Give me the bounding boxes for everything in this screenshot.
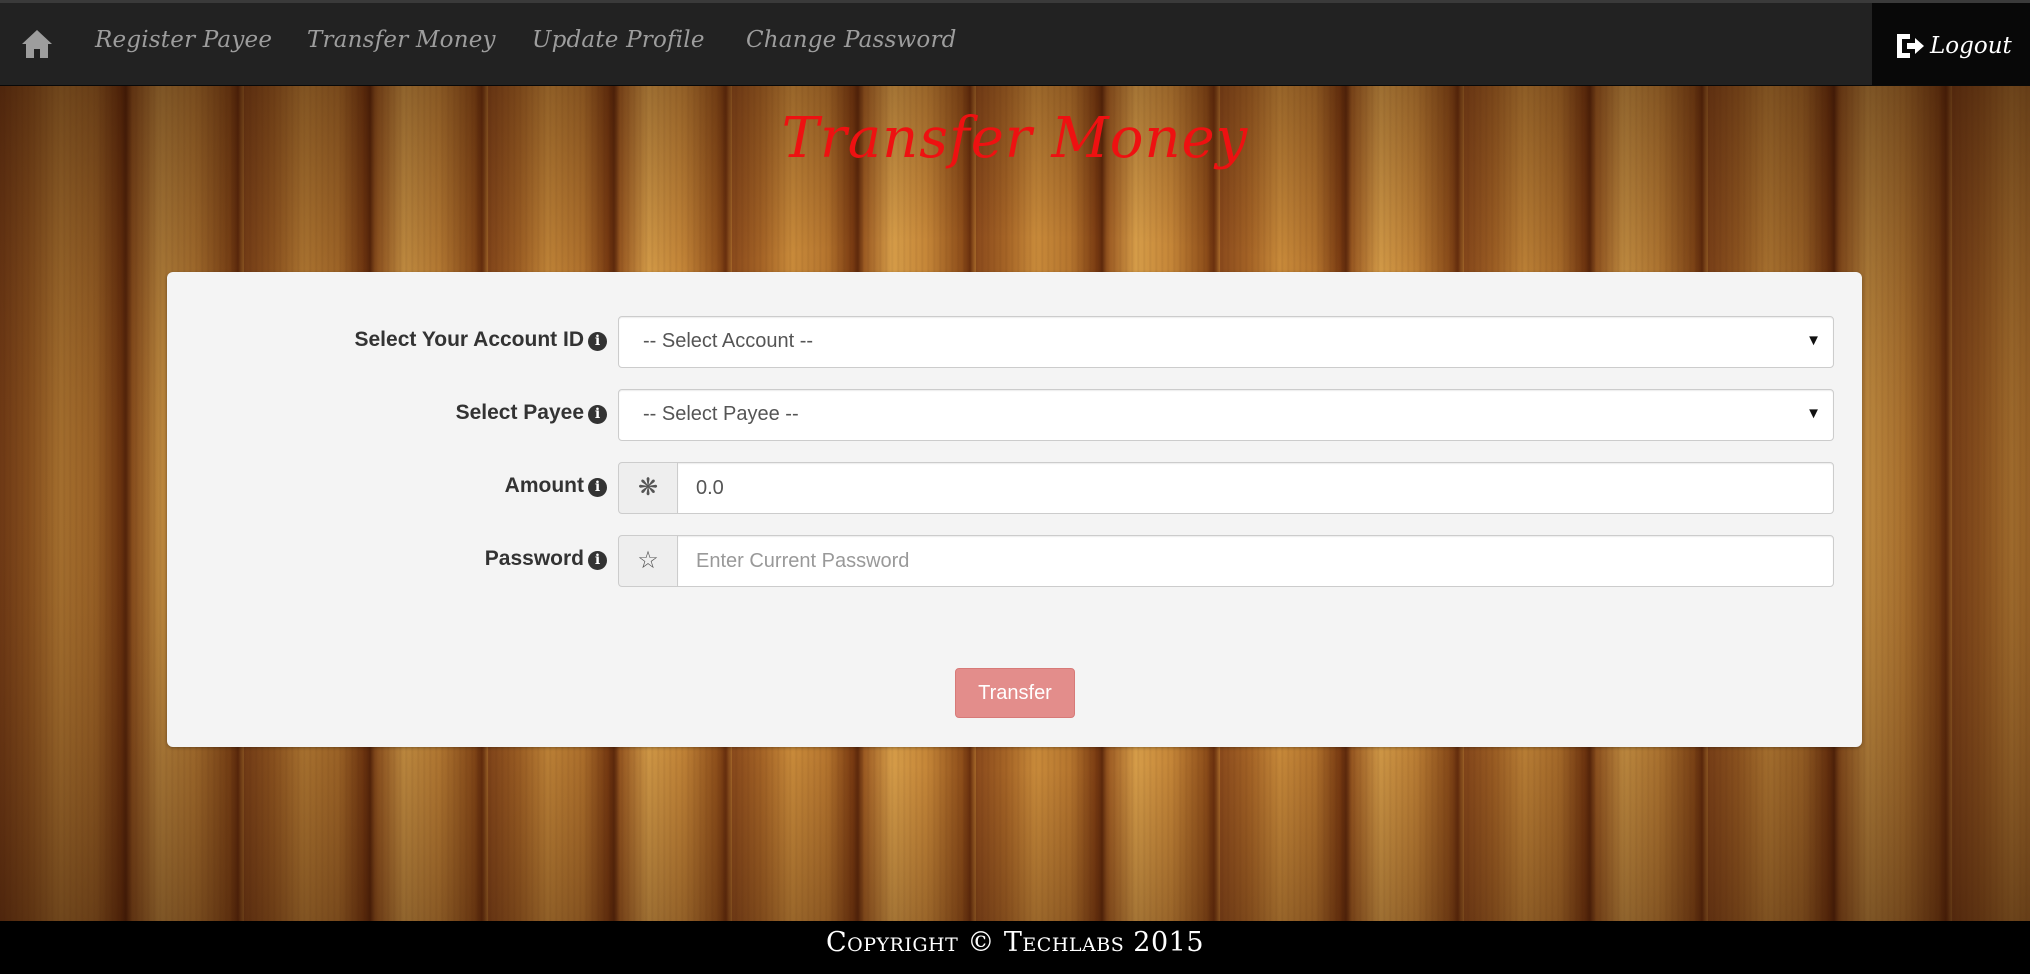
account-label-text: Select Your Account ID <box>354 328 585 351</box>
password-label: Password i <box>485 547 607 571</box>
nav-change-password[interactable]: Change Password <box>746 27 957 53</box>
password-label-text: Password <box>484 547 584 570</box>
payee-row: Select Payee i -- Select Payee -- ▼ <box>167 389 1862 441</box>
home-icon[interactable] <box>20 27 54 61</box>
password-placeholder: Enter Current Password <box>696 550 910 572</box>
amount-input-group: ❋ 0.0 <box>618 462 1834 514</box>
footer: Copyright © Techlabs 2015 <box>0 921 2030 974</box>
transfer-form: Select Your Account ID i -- Select Accoun… <box>167 272 1862 747</box>
nav-register-payee[interactable]: Register Payee <box>95 27 272 53</box>
payee-label-text: Select Payee <box>455 401 584 424</box>
transfer-button[interactable]: Transfer <box>955 668 1075 718</box>
account-row: Select Your Account ID i -- Select Accoun… <box>167 316 1862 368</box>
info-icon: i <box>588 405 607 424</box>
payee-select-value: -- Select Payee -- <box>643 403 799 425</box>
amount-label: Amount i <box>505 474 607 498</box>
copyright-text: Copyright © Techlabs 2015 <box>825 927 1205 958</box>
logout-button[interactable]: Logout <box>1872 3 2030 88</box>
password-input-group: ☆ Enter Current Password <box>618 535 1834 587</box>
account-select[interactable]: -- Select Account -- ▼ <box>618 316 1834 368</box>
info-icon: i <box>588 551 607 570</box>
amount-input[interactable]: 0.0 <box>677 462 1834 514</box>
logout-label: Logout <box>1930 33 2012 59</box>
nav-transfer-money[interactable]: Transfer Money <box>307 27 496 53</box>
password-input[interactable]: Enter Current Password <box>677 535 1834 587</box>
info-icon: i <box>588 332 607 351</box>
star-icon: ☆ <box>618 535 678 587</box>
caret-down-icon: ▼ <box>1806 405 1821 422</box>
amount-row: Amount i ❋ 0.0 <box>167 462 1862 514</box>
top-navbar: Register Payee Transfer Money Update Pro… <box>0 0 2030 88</box>
amount-value: 0.0 <box>696 477 724 499</box>
page-title: Transfer Money <box>781 106 1249 171</box>
payee-select[interactable]: -- Select Payee -- ▼ <box>618 389 1834 441</box>
payee-label: Select Payee i <box>456 401 607 425</box>
account-label: Select Your Account ID i <box>354 328 607 352</box>
info-icon: i <box>588 478 607 497</box>
account-select-value: -- Select Account -- <box>643 330 814 352</box>
logout-icon <box>1894 31 1926 61</box>
nav-update-profile[interactable]: Update Profile <box>532 27 705 53</box>
amount-label-text: Amount <box>504 474 584 497</box>
caret-down-icon: ▼ <box>1806 332 1821 349</box>
password-row: Password i ☆ Enter Current Password <box>167 535 1862 587</box>
asterisk-icon: ❋ <box>618 462 678 514</box>
